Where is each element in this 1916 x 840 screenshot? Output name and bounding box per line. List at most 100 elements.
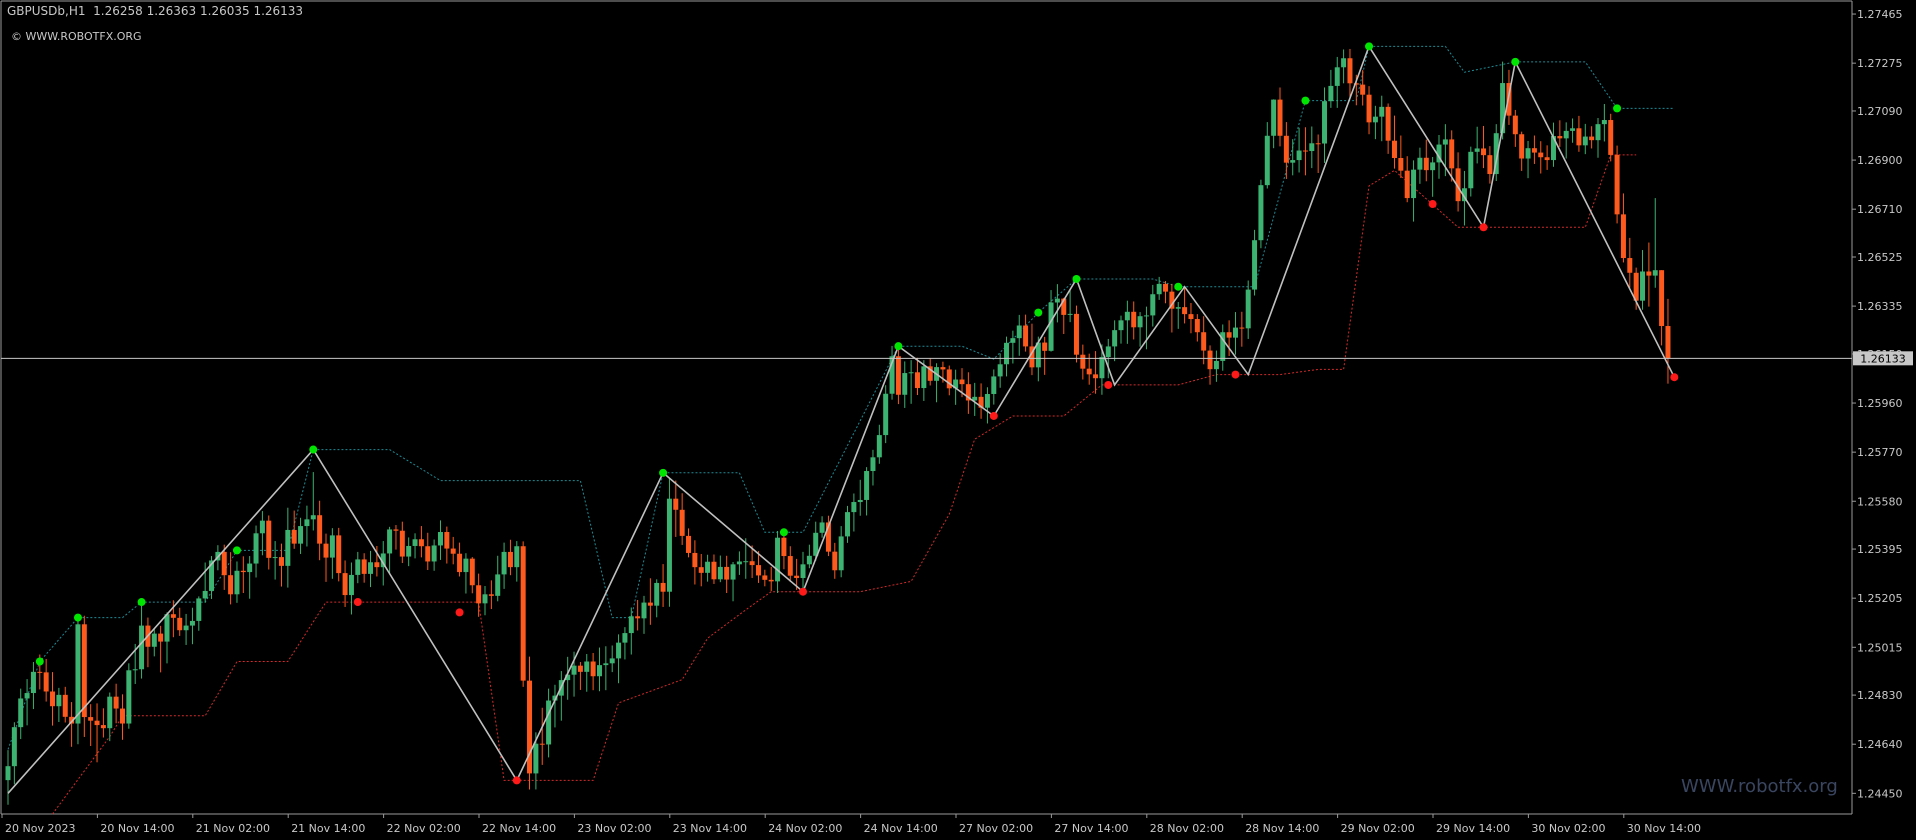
swing-low-dot bbox=[1479, 223, 1488, 232]
candle-bull bbox=[298, 526, 304, 544]
candle-bull bbox=[838, 536, 844, 571]
candle-bull bbox=[1468, 151, 1474, 189]
candle-bear bbox=[1360, 84, 1366, 95]
candle-bull bbox=[259, 520, 265, 534]
candle-bull bbox=[107, 696, 113, 729]
candle-bull bbox=[571, 665, 577, 675]
candle-bear bbox=[711, 561, 717, 580]
candle-bull bbox=[800, 564, 806, 579]
candle-bull bbox=[1048, 302, 1054, 351]
candle-bull bbox=[1474, 148, 1480, 152]
candle-bull bbox=[482, 594, 488, 604]
candle-bull bbox=[641, 602, 647, 619]
candle-bear bbox=[476, 585, 482, 604]
candle-bear bbox=[1544, 157, 1550, 161]
candle-bear bbox=[361, 559, 367, 574]
candle-bear bbox=[686, 535, 692, 553]
candle-bull bbox=[164, 614, 170, 642]
candle-bull bbox=[609, 658, 615, 664]
candle-bear bbox=[113, 696, 119, 709]
swing-high-dot bbox=[1301, 96, 1310, 105]
swing-high-dot bbox=[779, 528, 788, 537]
y-tick-label: 1.27090 bbox=[1857, 105, 1903, 118]
x-tick-label: 22 Nov 02:00 bbox=[387, 822, 461, 835]
candle-bear bbox=[94, 720, 100, 726]
candle-bull bbox=[132, 669, 138, 671]
candle-bear bbox=[1659, 270, 1665, 327]
candle-bull bbox=[1411, 169, 1417, 199]
candle-bull bbox=[1118, 320, 1124, 331]
candle-bear bbox=[88, 717, 94, 721]
candle-bull bbox=[1245, 289, 1251, 329]
candle-bear bbox=[1207, 350, 1213, 370]
candle-bull bbox=[806, 555, 812, 565]
candle-bull bbox=[1175, 307, 1181, 309]
candle-bear bbox=[1194, 319, 1200, 333]
candle-bull bbox=[1150, 294, 1156, 316]
swing-high-dot bbox=[137, 598, 146, 607]
candle-bear bbox=[1487, 155, 1493, 175]
candle-bull bbox=[1156, 283, 1162, 295]
candle-bull bbox=[908, 372, 914, 374]
candle-bull bbox=[412, 539, 418, 546]
candle-bear bbox=[1073, 313, 1079, 355]
x-tick-label: 24 Nov 14:00 bbox=[864, 822, 938, 835]
candle-bear bbox=[1283, 135, 1289, 163]
candle-bull bbox=[1296, 150, 1302, 161]
candle-bull bbox=[654, 582, 660, 606]
candle-bull bbox=[495, 574, 501, 596]
candle-bear bbox=[1512, 115, 1518, 135]
swing-high-dot bbox=[35, 657, 44, 666]
candle-bear bbox=[1404, 170, 1410, 199]
candle-bull bbox=[304, 519, 310, 527]
candle-bull bbox=[902, 373, 908, 395]
candle-bear bbox=[1226, 332, 1232, 338]
candle-bear bbox=[1315, 143, 1321, 145]
x-tick-label: 23 Nov 02:00 bbox=[577, 822, 651, 835]
candle-bull bbox=[857, 499, 863, 503]
candle-bear bbox=[527, 680, 533, 774]
y-tick-label: 1.24450 bbox=[1857, 787, 1903, 800]
candle-bull bbox=[247, 563, 253, 573]
swing-low-dot bbox=[353, 598, 362, 607]
x-tick-label: 23 Nov 14:00 bbox=[673, 822, 747, 835]
swing-high-dot bbox=[1613, 104, 1622, 113]
candle-bear bbox=[647, 602, 653, 606]
candle-bear bbox=[100, 725, 106, 729]
candle-bear bbox=[940, 367, 946, 370]
candle-bear bbox=[507, 551, 513, 568]
candle-bear bbox=[1519, 134, 1525, 159]
candle-bull bbox=[1640, 271, 1646, 301]
candle-bull bbox=[1067, 313, 1073, 315]
copyright-label: © WWW.ROBOTFX.ORG bbox=[11, 30, 142, 43]
candle-bear bbox=[418, 539, 424, 547]
candle-bull bbox=[1143, 315, 1149, 317]
candle-bear bbox=[221, 551, 227, 576]
candle-bull bbox=[139, 625, 145, 670]
candle-bear bbox=[1385, 106, 1391, 141]
candle-bear bbox=[1398, 158, 1404, 171]
candle-bear bbox=[1163, 283, 1169, 292]
y-tick-label: 1.27275 bbox=[1857, 57, 1903, 70]
swing-low-dot bbox=[799, 587, 807, 596]
candle-bear bbox=[1646, 271, 1652, 276]
candle-bear bbox=[832, 551, 838, 571]
candle-bull bbox=[24, 693, 30, 699]
y-tick-label: 1.25960 bbox=[1857, 397, 1903, 410]
candle-bull bbox=[1322, 101, 1328, 144]
candle-bull bbox=[603, 663, 609, 666]
candle-bull bbox=[1137, 316, 1143, 328]
candle-bear bbox=[158, 633, 164, 642]
candle-bear bbox=[1182, 307, 1188, 315]
candle-bull bbox=[1258, 185, 1264, 241]
candle-bear bbox=[469, 558, 475, 586]
price-chart[interactable]: 1.27465 1.27275 1.27090 1.26900 1.26710 1.265… bbox=[0, 0, 1916, 840]
candle-bull bbox=[1430, 162, 1436, 171]
candle-bull bbox=[705, 561, 711, 573]
candle-bear bbox=[177, 617, 183, 631]
candle-bear bbox=[450, 548, 456, 554]
candle-bull bbox=[1016, 325, 1022, 339]
x-tick-label: 29 Nov 14:00 bbox=[1436, 822, 1510, 835]
x-tick-label: 21 Nov 14:00 bbox=[291, 822, 365, 835]
swing-low-dot bbox=[1104, 380, 1113, 389]
